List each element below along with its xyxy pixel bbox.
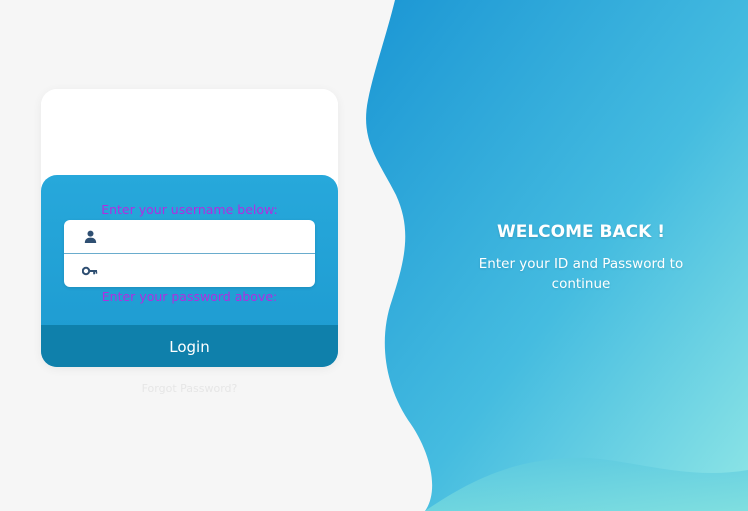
login-card: Enter your username below: Enter your pa… xyxy=(41,89,338,367)
credentials-group xyxy=(64,220,315,287)
username-input[interactable] xyxy=(107,221,307,252)
username-hint: Enter your username below: xyxy=(101,202,278,217)
forgot-password-link[interactable]: Forgot Password? xyxy=(41,382,338,396)
user-icon xyxy=(81,228,99,246)
login-page: Enter your username below: Enter your pa… xyxy=(0,0,748,511)
password-field-row xyxy=(64,254,315,287)
card-header-area xyxy=(41,89,338,177)
key-icon xyxy=(81,262,99,280)
welcome-title: WELCOME BACK ! xyxy=(496,222,665,242)
username-field-row xyxy=(64,220,315,254)
login-button[interactable]: Login xyxy=(41,325,338,367)
password-input[interactable] xyxy=(107,255,307,286)
password-hint: Enter your password above: xyxy=(101,289,278,304)
welcome-subtitle: Enter your ID and Password to continue xyxy=(478,256,684,292)
